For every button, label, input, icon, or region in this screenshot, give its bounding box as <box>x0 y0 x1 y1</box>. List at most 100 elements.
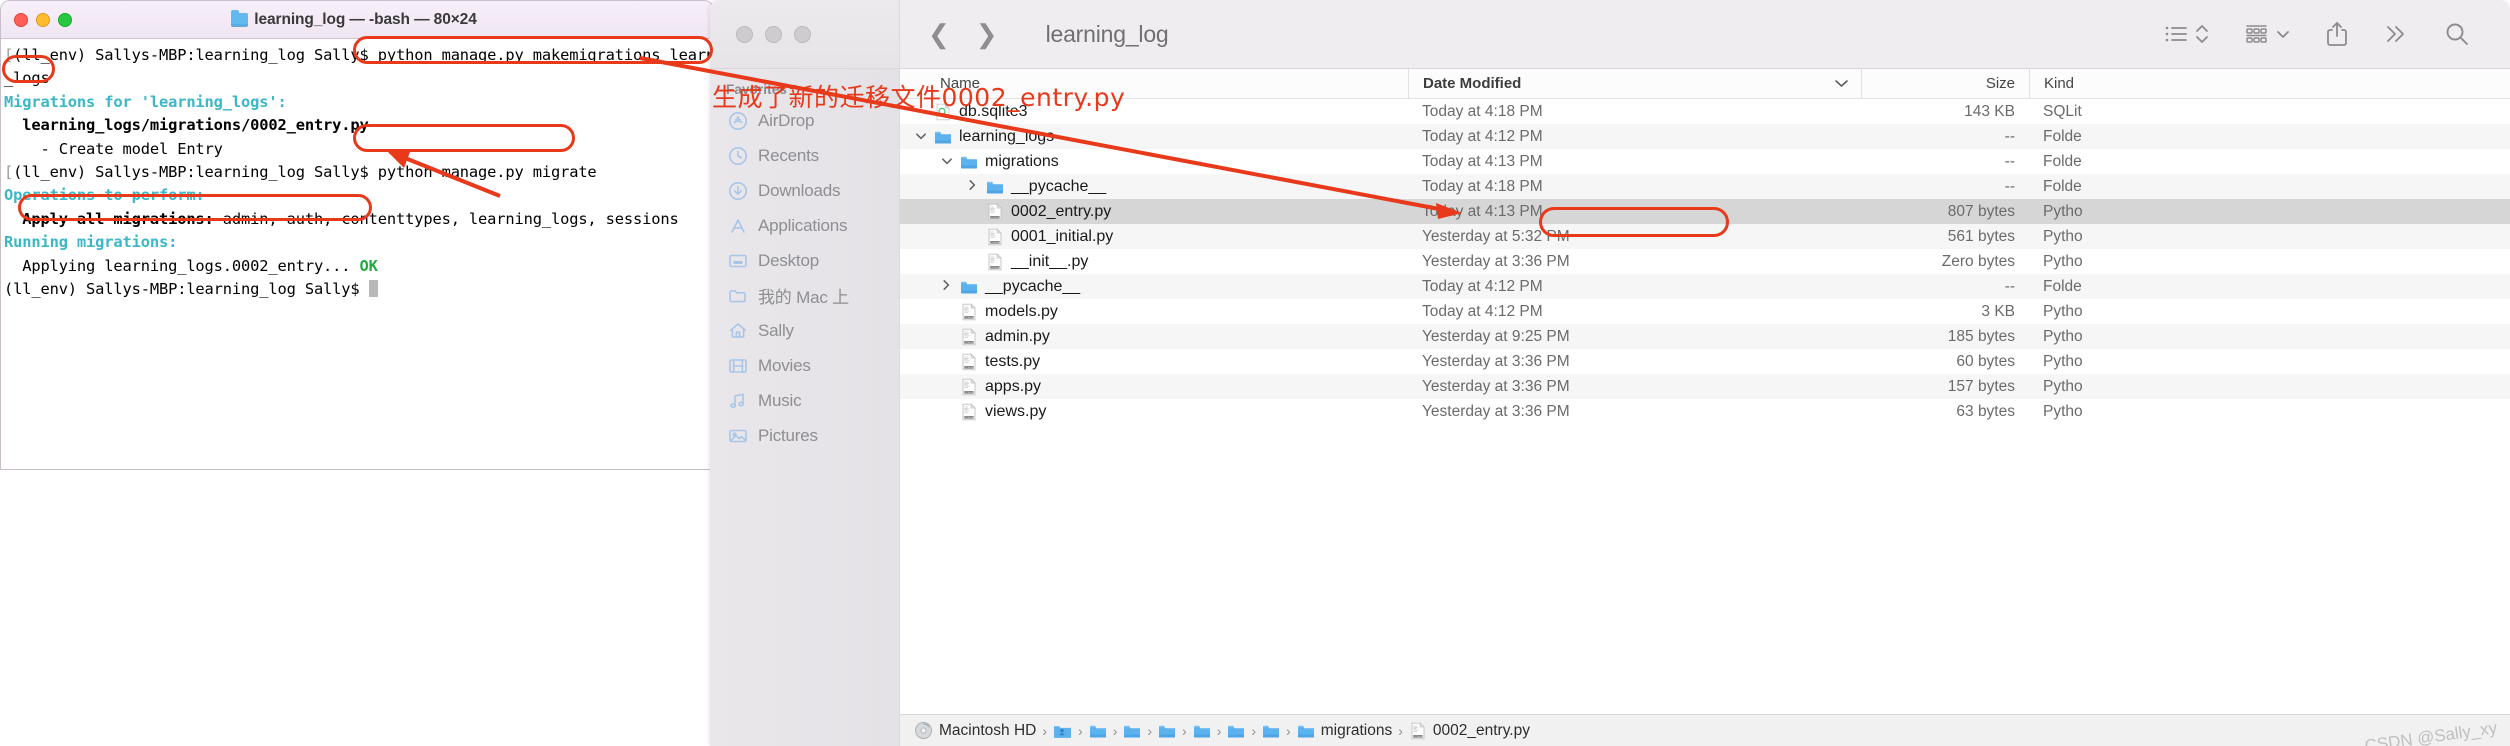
sidebar-item-movies[interactable]: Movies <box>710 348 899 383</box>
finder-traffic-lights[interactable] <box>710 0 900 68</box>
chevron-down-icon[interactable] <box>914 129 927 144</box>
sidebar-item-sally[interactable]: Sally <box>710 313 899 348</box>
close-button[interactable] <box>736 25 753 43</box>
file-kind-cell: Pytho <box>2043 327 2083 345</box>
table-row[interactable]: learning_logs Today at 4:12 PM -- Folde <box>900 124 2510 149</box>
terminal-text: [ <box>4 46 14 64</box>
table-row[interactable]: __pycache__ Today at 4:18 PM -- Folde <box>900 174 2510 199</box>
path-separator-icon: › <box>1182 722 1187 739</box>
view-options-button[interactable] <box>2154 22 2219 46</box>
svg-text:PYTHON: PYTHON <box>1413 736 1422 738</box>
terminal-output[interactable]: [(ll_env) Sallys-MBP:learning_log Sally$… <box>1 39 713 301</box>
folder-icon <box>934 128 952 146</box>
file-name-cell: PYTHON 0002_entry.py <box>900 203 1408 221</box>
file-size-cell: -- <box>2004 152 2015 170</box>
chevron-right-icon[interactable]: ❯ <box>976 21 998 47</box>
minimize-button[interactable] <box>765 25 782 43</box>
file-size-cell: 63 bytes <box>1956 402 2015 420</box>
table-row[interactable]: __pycache__ Today at 4:12 PM -- Folde <box>900 274 2510 299</box>
terminal-traffic-lights[interactable] <box>14 13 72 27</box>
file-kind-cell: Pytho <box>2043 352 2083 370</box>
path-segment[interactable] <box>1262 722 1280 740</box>
file-date-cell: Yesterday at 3:36 PM <box>1422 402 1570 420</box>
sidebar-item-desktop[interactable]: Desktop <box>710 243 899 278</box>
zoom-button[interactable] <box>58 13 72 27</box>
sqlite-file-icon <box>934 102 952 121</box>
chevron-right-icon[interactable] <box>966 179 979 194</box>
sidebar-item-pictures[interactable]: Pictures <box>710 418 899 453</box>
chevron-down-icon <box>1834 76 1849 91</box>
path-segment[interactable]: Macintosh HD <box>914 721 1036 740</box>
group-by-button[interactable] <box>2235 23 2300 45</box>
path-segment[interactable] <box>1227 722 1245 740</box>
column-header-kind[interactable]: Kind <box>2029 69 2510 98</box>
table-row[interactable]: migrations Today at 4:13 PM -- Folde <box>900 149 2510 174</box>
file-name-label: __pycache__ <box>1011 177 1107 195</box>
search-button[interactable] <box>2434 21 2480 47</box>
chevron-right-icon[interactable] <box>940 279 953 294</box>
path-segment[interactable] <box>1089 722 1107 740</box>
more-toolbar-button[interactable] <box>2374 23 2418 45</box>
path-segment[interactable] <box>1123 722 1141 740</box>
svg-text:PYTHON: PYTHON <box>965 317 974 319</box>
path-separator-icon: › <box>1147 722 1153 739</box>
chevron-down-icon[interactable] <box>940 154 953 169</box>
file-list[interactable]: Name Date Modified Size Kind db.sqlite3 … <box>900 69 2510 746</box>
screenshot-root: learning_log — -bash — 80×24 [(ll_env) S… <box>0 0 2510 746</box>
file-kind-cell: Pytho <box>2043 302 2083 320</box>
table-row[interactable]: PYTHON models.py Today at 4:12 PM 3 KB Pytho <box>900 299 2510 324</box>
path-segment[interactable]: PYTHON 0002_entry.py <box>1409 722 1530 740</box>
table-row[interactable]: PYTHON 0001_initial.py Yesterday at 5:32 P… <box>900 224 2510 249</box>
file-kind-cell: Pytho <box>2043 252 2083 270</box>
finder-nav: ❮ ❯ learning_log <box>900 21 1169 48</box>
harddisk-icon <box>914 721 933 740</box>
share-button[interactable] <box>2316 21 2358 47</box>
path-segment-label: 0002_entry.py <box>1432 721 1530 739</box>
column-header-size[interactable]: Size <box>1861 69 2029 98</box>
zoom-button[interactable] <box>794 25 811 43</box>
path-segment[interactable] <box>1193 722 1211 740</box>
table-row[interactable]: PYTHON tests.py Yesterday at 3:36 PM 60 byt… <box>900 349 2510 374</box>
terminal-text: Migrations for 'learning_logs': <box>4 92 287 111</box>
terminal-text: OK <box>350 256 378 275</box>
file-date-cell: Yesterday at 3:36 PM <box>1422 352 1570 370</box>
table-row[interactable]: PYTHON views.py Yesterday at 3:36 PM 63 byt… <box>900 399 2510 424</box>
sidebar-item-airdrop[interactable]: AirDrop <box>710 103 899 138</box>
movies-icon <box>728 356 748 376</box>
column-header-date-modified[interactable]: Date Modified <box>1408 69 1861 98</box>
file-date-cell: Today at 4:12 PM <box>1422 127 1543 145</box>
file-size-cell: -- <box>2004 277 2015 295</box>
desktop-icon <box>728 251 748 271</box>
sidebar-item-mac[interactable]: 我的 Mac 上 <box>710 278 899 313</box>
column-header-size-label: Size <box>1985 75 2015 92</box>
close-button[interactable] <box>14 13 28 27</box>
pictures-icon <box>728 426 748 446</box>
path-segment[interactable] <box>1053 722 1072 739</box>
path-segment[interactable] <box>1158 722 1176 740</box>
chevron-left-icon[interactable]: ❮ <box>928 21 950 47</box>
file-size-cell: -- <box>2004 127 2015 145</box>
sidebar-item-downloads[interactable]: Downloads <box>710 173 899 208</box>
finder-main: Favorites AirDrop Recents Downloads Applica… <box>710 69 2510 746</box>
svg-text:PYTHON: PYTHON <box>991 217 1000 219</box>
folder-icon <box>1193 722 1211 740</box>
path-segment[interactable]: migrations <box>1297 722 1392 740</box>
sidebar-item-applications[interactable]: Applications <box>710 208 899 243</box>
finder-window-title: learning_log <box>1045 20 1169 47</box>
sidebar-item-music[interactable]: Music <box>710 383 899 418</box>
file-date-cell: Today at 4:18 PM <box>1422 102 1543 120</box>
python-file-icon: PYTHON <box>960 402 978 421</box>
table-row[interactable]: PYTHON __init__.py Yesterday at 3:36 PM Zer… <box>900 249 2510 274</box>
sidebar-item-recents[interactable]: Recents <box>710 138 899 173</box>
minimize-button[interactable] <box>36 13 50 27</box>
python-file-icon: PYTHON <box>960 377 978 396</box>
table-row[interactable]: PYTHON 0002_entry.py Today at 4:13 PM 807 b… <box>900 199 2510 224</box>
finder-window: ❮ ❯ learning_log Favorites AirDrop Recen… <box>710 0 2510 746</box>
table-row[interactable]: PYTHON apps.py Yesterday at 3:36 PM 157 byt… <box>900 374 2510 399</box>
column-header-name[interactable]: Name <box>900 69 1408 98</box>
file-name-cell: PYTHON apps.py <box>900 378 1408 396</box>
terminal-text: (ll_env) Sallys-MBP:learning_log Sally$ <box>13 46 378 64</box>
table-row[interactable]: PYTHON admin.py Yesterday at 9:25 PM 185 by… <box>900 324 2510 349</box>
table-row[interactable]: db.sqlite3 Today at 4:18 PM 143 KB SQLit <box>900 99 2510 124</box>
file-size-cell: 807 bytes <box>1947 202 2015 220</box>
